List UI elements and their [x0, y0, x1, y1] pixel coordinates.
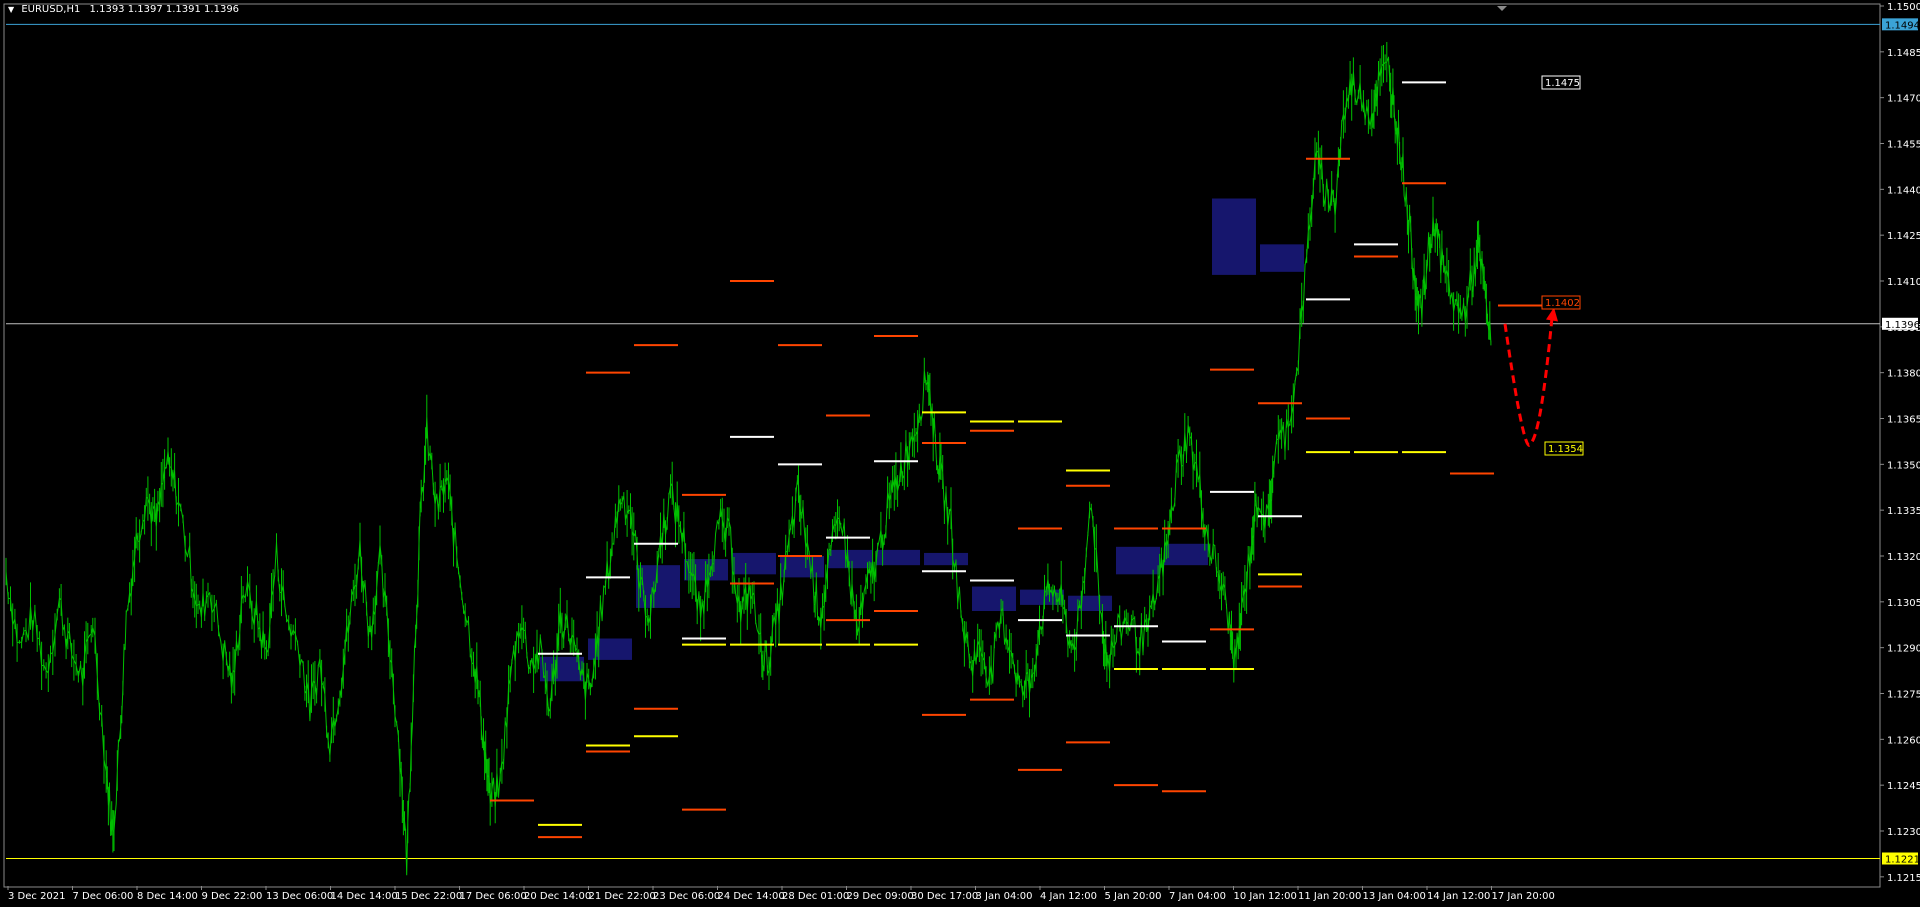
ohlc-values: 1.1393 1.1397 1.1391 1.1396: [89, 4, 240, 15]
chart-frame: [3, 3, 1881, 888]
time-axis-label: 7 Jan 04:00: [1169, 891, 1226, 902]
price-axis-label: 1.1500: [1887, 2, 1920, 13]
middle-tag-label: 1.1402: [1545, 298, 1580, 309]
time-axis-label: 13 Jan 04:00: [1363, 891, 1426, 902]
price-axis-label: 1.1275: [1887, 690, 1920, 701]
time-axis-label: 28 Dec 01:00: [782, 891, 849, 902]
price-highlight-label: 1.1221: [1885, 855, 1920, 866]
price-axis-label: 1.1425: [1887, 231, 1920, 242]
zone-box: [588, 638, 632, 660]
zone-box: [780, 556, 824, 578]
price-chart[interactable]: 1.1475 1.1402 1.1354 1.15001.14851.14701…: [0, 0, 1920, 907]
time-axis-label: 20 Dec 14:00: [524, 891, 591, 902]
upper-tag-label: 1.1475: [1545, 78, 1580, 89]
price-axis-label: 1.1440: [1887, 185, 1920, 196]
zone-box: [1260, 244, 1304, 272]
time-axis-label: 11 Jan 20:00: [1298, 891, 1361, 902]
time-axis-label: 29 Dec 09:00: [847, 891, 914, 902]
price-axis-label: 1.1365: [1887, 415, 1920, 426]
price-tags: 1.1475 1.1402 1.1354: [1541, 75, 1584, 456]
price-axis-label: 1.1215: [1887, 873, 1920, 884]
price-axis-label: 1.1350: [1887, 460, 1920, 471]
zone-box: [972, 586, 1016, 611]
zone-box: [1164, 543, 1208, 566]
time-axis-label: 21 Dec 22:00: [589, 891, 656, 902]
price-axis-label: 1.1260: [1887, 735, 1920, 746]
price-line: [5, 42, 1492, 876]
price-axis-label: 1.1335: [1887, 506, 1920, 517]
time-axis-label: 3 Dec 2021: [8, 891, 66, 902]
price-highlight-label: 1.1494: [1885, 20, 1920, 31]
time-axis-label: 10 Jan 12:00: [1234, 891, 1297, 902]
time-axis-label: 15 Dec 22:00: [395, 891, 462, 902]
time-axis-label: 17 Jan 20:00: [1492, 891, 1555, 902]
time-axis-label: 8 Dec 14:00: [137, 891, 198, 902]
projection-dashed-line: [1503, 317, 1554, 447]
price-axis-label: 1.1410: [1887, 277, 1920, 288]
scroll-marker-icon[interactable]: [1497, 6, 1507, 11]
time-axis-label: 5 Jan 20:00: [1105, 891, 1162, 902]
collapse-triangle-icon[interactable]: ▼: [8, 5, 14, 14]
time-axis-label: 14 Dec 14:00: [331, 891, 398, 902]
price-series: [5, 42, 1492, 876]
price-axis-label: 1.1290: [1887, 644, 1920, 655]
price-axis[interactable]: 1.1500 1.1485 1.1470 1.1455 1.1440 1.1425 1.14…: [1880, 2, 1920, 884]
level-markers: [490, 81, 1542, 839]
time-axis-label: 23 Dec 06:00: [653, 891, 720, 902]
zone-box: [828, 549, 872, 569]
time-axis-label: 7 Dec 06:00: [73, 891, 134, 902]
time-axis-label: 4 Jan 12:00: [1040, 891, 1097, 902]
time-axis-label: 14 Jan 12:00: [1427, 891, 1490, 902]
arrow-head-icon: [1546, 307, 1558, 322]
time-axis-label: 9 Dec 22:00: [202, 891, 263, 902]
time-axis[interactable]: 3 Dec 2021 7 Dec 06:00 8 Dec 14:00 9 Dec 22…: [7, 886, 1555, 902]
price-axis-label: 1.1470: [1887, 94, 1920, 105]
time-axis-label: 13 Dec 06:00: [266, 891, 333, 902]
price-axis-label: 1.1485: [1887, 48, 1920, 59]
zone-box: [1212, 198, 1256, 275]
symbol-header[interactable]: ▼ EURUSD,H1 1.1393 1.1397 1.1391 1.1396: [8, 4, 239, 15]
zone-box: [924, 552, 968, 566]
price-axis-label: 1.1380: [1887, 369, 1920, 380]
time-axis-label: 24 Dec 14:00: [718, 891, 785, 902]
chart-window[interactable]: 1.1475 1.1402 1.1354 1.1500 1.1485 1.1470 1…: [0, 0, 1920, 907]
projection-arrow: [1503, 307, 1558, 447]
time-axis-label: 17 Dec 06:00: [460, 891, 527, 902]
time-axis-label: 30 Dec 17:00: [911, 891, 978, 902]
horizontal-lines: [6, 23, 1880, 859]
price-axis-label: 1.1305: [1887, 598, 1920, 609]
symbol-label: EURUSD,H1: [21, 4, 81, 15]
price-axis-label: 1.1245: [1887, 781, 1920, 792]
zone-box: [1068, 595, 1112, 611]
zone-box: [732, 552, 776, 575]
price-axis-label: 1.1455: [1887, 140, 1920, 151]
price-axis-label: 1.1320: [1887, 552, 1920, 563]
lower-tag-label: 1.1354: [1548, 444, 1583, 455]
price-highlight-label: 1.1396: [1885, 320, 1920, 331]
price-axis-label: 1.1230: [1887, 827, 1920, 838]
time-axis-label: 3 Jan 04:00: [976, 891, 1033, 902]
